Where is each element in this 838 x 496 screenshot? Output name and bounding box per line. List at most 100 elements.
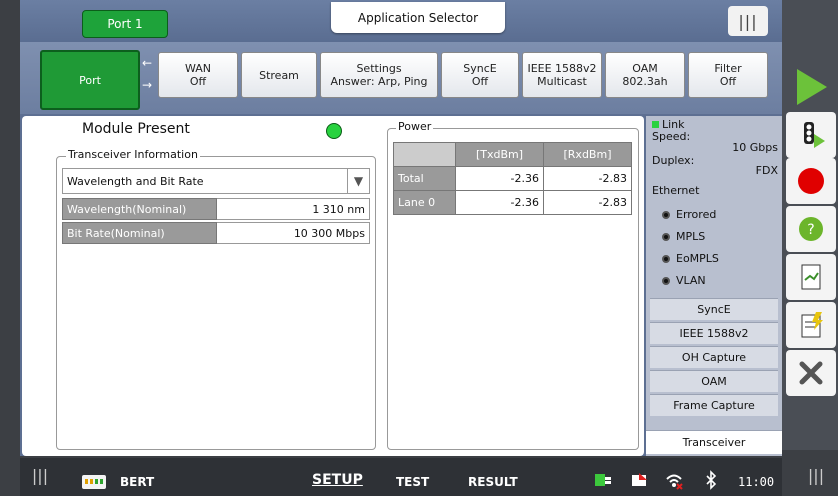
tab-synce-label: SyncE: [463, 62, 497, 75]
power-row-label: Lane 0: [393, 190, 456, 215]
module-status-led: [326, 123, 342, 139]
application-selector-button[interactable]: Application Selector: [331, 2, 505, 33]
port-label: Port 1: [107, 17, 143, 31]
bert-label[interactable]: BERT: [120, 475, 154, 489]
setup-tab[interactable]: SETUP: [312, 472, 363, 488]
transceiver-info-legend: Transceiver Information: [66, 148, 200, 161]
speed-value: 10 Gbps: [732, 141, 778, 154]
radio-vlan-label: VLAN: [676, 274, 706, 287]
wifi-icon: [666, 474, 683, 490]
side-tab-oh-capture[interactable]: OH Capture: [650, 346, 778, 368]
duplex-value: FDX: [755, 164, 778, 177]
radio-errored[interactable]: Errored: [662, 208, 716, 221]
arrow-left-icon: ←: [142, 56, 153, 70]
help-button[interactable]: ?: [786, 206, 836, 252]
port-selector-button[interactable]: Port 1: [82, 10, 168, 38]
speed-label: Speed:: [652, 130, 691, 143]
tab-ieee1588-value: Multicast: [537, 75, 587, 88]
radio-vlan[interactable]: VLAN: [662, 274, 706, 287]
transceiver-view-value: Wavelength and Bit Rate: [67, 174, 204, 188]
power-table-corner: [393, 142, 456, 167]
tab-scroll-arrows[interactable]: ← →: [142, 56, 152, 100]
tab-settings-value: Answer: Arp, Ping: [330, 75, 428, 88]
radio-mpls-label: MPLS: [676, 230, 706, 243]
wavelength-value: 1 310 nm: [217, 198, 370, 220]
test-tab[interactable]: TEST: [396, 475, 429, 489]
side-tab-oam[interactable]: OAM: [650, 370, 778, 392]
tab-wan[interactable]: WAN Off: [158, 52, 238, 98]
record-button[interactable]: [786, 158, 836, 204]
tab-port[interactable]: Port: [40, 50, 140, 110]
tab-wan-label: WAN: [184, 62, 212, 75]
power-table: [TxdBm] [RxdBm] Total -2.36 -2.83 Lane 0…: [393, 142, 632, 215]
kv-row: Bit Rate(Nominal) 10 300 Mbps: [62, 222, 370, 244]
bert-module-icon: [82, 475, 106, 489]
bottom-right-grip[interactable]: |||: [806, 456, 826, 494]
wavelength-label: Wavelength(Nominal): [62, 198, 217, 220]
radio-mpls[interactable]: MPLS: [662, 230, 705, 243]
table-row: Lane 0 -2.36 -2.83: [393, 190, 632, 215]
kv-row: Wavelength(Nominal) 1 310 nm: [62, 198, 370, 220]
tab-stream-label: Stream: [259, 68, 299, 82]
transceiver-view-select[interactable]: Wavelength and Bit Rate ▼: [62, 168, 370, 194]
side-tab-frame-capture[interactable]: Frame Capture: [650, 394, 778, 416]
tab-synce-value: Off: [471, 75, 489, 88]
edit-notes-icon: [801, 312, 823, 338]
table-row: Total -2.36 -2.83: [393, 166, 632, 191]
power-tx-value: -2.36: [455, 190, 544, 215]
radio-eompls-label: EoMPLS: [676, 252, 719, 265]
bluetooth-icon: [706, 470, 717, 490]
rx-header: [RxdBm]: [543, 142, 632, 167]
svg-text:?: ?: [807, 222, 814, 238]
help-icon: ?: [799, 217, 823, 241]
power-rx-value: -2.83: [543, 166, 632, 191]
ethernet-label: Ethernet: [652, 184, 700, 197]
result-tab[interactable]: RESULT: [468, 475, 518, 489]
app-selector-label: Application Selector: [357, 10, 479, 25]
report-icon: [801, 264, 821, 290]
radio-errored-label: Errored: [676, 208, 717, 221]
power-tx-value: -2.36: [455, 166, 544, 191]
side-tab-transceiver[interactable]: Transceiver: [646, 430, 782, 454]
tab-filter-label: Filter: [714, 62, 742, 75]
tools-icon: [799, 361, 823, 385]
power-table-header: [TxdBm] [RxdBm]: [393, 142, 632, 167]
record-icon: [798, 168, 824, 194]
side-tab-ieee1588[interactable]: IEEE 1588v2: [650, 322, 778, 344]
dropdown-arrow-icon[interactable]: ▼: [347, 169, 369, 193]
start-button[interactable]: [786, 64, 836, 110]
power-plug-icon: [595, 474, 611, 486]
top-grip-handle[interactable]: |||: [728, 6, 768, 36]
bottom-left-grip[interactable]: |||: [30, 456, 50, 494]
tab-settings-label: Settings: [356, 62, 402, 75]
tab-wan-value: Off: [189, 75, 207, 88]
transmit-button[interactable]: [786, 112, 836, 158]
side-tab-synce[interactable]: SyncE: [650, 298, 778, 320]
tx-header: [TxdBm]: [455, 142, 544, 167]
arrow-right-icon: →: [142, 78, 153, 92]
bitrate-label: Bit Rate(Nominal): [62, 222, 217, 244]
report-button[interactable]: [786, 254, 836, 300]
tab-filter-value: Off: [719, 75, 737, 88]
radio-eompls[interactable]: EoMPLS: [662, 252, 719, 265]
app-window: Port 1 Application Selector ||| Port ← →…: [0, 0, 838, 496]
bitrate-value: 10 300 Mbps: [217, 222, 370, 244]
radio-dot-icon: [662, 210, 670, 219]
tab-ieee1588[interactable]: IEEE 1588v2 Multicast: [522, 52, 602, 98]
tab-filter[interactable]: Filter Off: [688, 52, 768, 98]
tab-settings[interactable]: Settings Answer: Arp, Ping: [320, 52, 438, 98]
tab-oam-label: OAM: [632, 62, 658, 75]
power-row-label: Total: [393, 166, 456, 191]
tab-oam-value: 802.3ah: [622, 75, 668, 88]
storage-icon: [632, 473, 647, 486]
tab-port-label: Port: [79, 73, 101, 87]
power-legend: Power: [396, 120, 434, 133]
tab-oam[interactable]: OAM 802.3ah: [605, 52, 685, 98]
tab-synce[interactable]: SyncE Off: [441, 52, 519, 98]
tools-button[interactable]: [786, 350, 836, 396]
edit-notes-button[interactable]: [786, 302, 836, 348]
link-led-icon: [652, 121, 659, 128]
radio-dot-icon: [662, 232, 670, 241]
tab-stream[interactable]: Stream: [241, 52, 317, 98]
play-icon: [797, 69, 827, 105]
